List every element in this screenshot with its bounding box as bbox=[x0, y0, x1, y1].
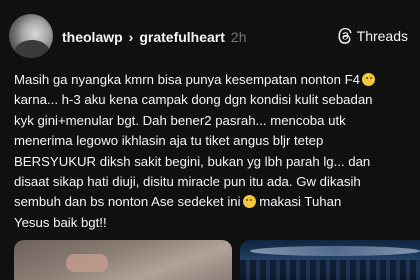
post-text-line: sembuh dan bs nonton Ase sedeket ini mak… bbox=[14, 194, 342, 210]
username-link[interactable]: theolawp bbox=[62, 29, 123, 45]
post-text-line: karna... h-3 aku kena campak dong dgn ko… bbox=[14, 92, 373, 108]
threads-logo-icon bbox=[338, 28, 352, 44]
post-header: theolawp › gratefulheart 2h Threads bbox=[0, 0, 420, 64]
threads-brand[interactable]: Threads bbox=[337, 28, 408, 44]
avatar[interactable] bbox=[9, 14, 53, 58]
smiling-face-with-tear-emoji-icon bbox=[362, 73, 376, 86]
post-photo-1[interactable] bbox=[14, 240, 232, 280]
post-text-line: menerima legowo ikhlasin aja tu tiket an… bbox=[14, 133, 324, 149]
post-timestamp: 2h bbox=[230, 29, 247, 45]
post-body: Masih ga nyangka kmrn bisa punya kesempa… bbox=[14, 70, 414, 233]
pleading-face-emoji-icon bbox=[242, 195, 256, 209]
post-photo-2[interactable] bbox=[240, 240, 420, 280]
community-link[interactable]: gratefulheart bbox=[139, 29, 225, 45]
post-text-line: Yesus baik bgt!! bbox=[14, 214, 107, 230]
post-author-line: theolawp › gratefulheart 2h bbox=[62, 29, 247, 45]
threads-brand-label: Threads bbox=[356, 28, 408, 44]
post-text-line: BERSYUKUR diksh sakit begini, bukan yg l… bbox=[14, 153, 371, 169]
chevron-right-icon: › bbox=[128, 29, 134, 45]
post-text-line: Masih ga nyangka kmrn bisa punya kesempa… bbox=[14, 70, 414, 90]
post-text-line: disaat sikap hati diuji, disitu miracle … bbox=[14, 174, 361, 190]
post-text-line: kyk gini+menular bgt. Dah bener2 pasrah.… bbox=[14, 112, 346, 128]
